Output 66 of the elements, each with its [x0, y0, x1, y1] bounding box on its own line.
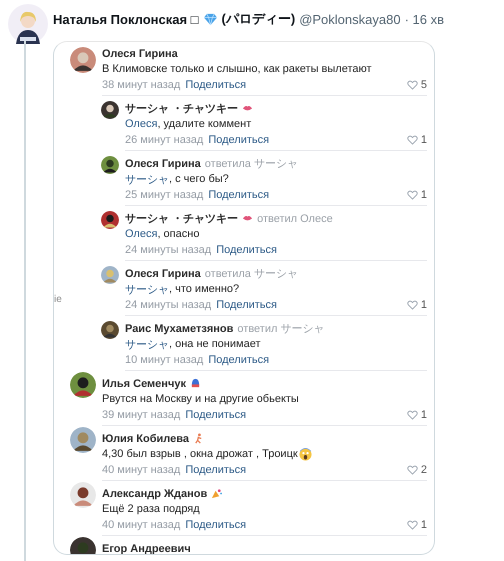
comment-text: Ещё 2 раза подряд	[102, 503, 200, 515]
reply-to-label: ответила サーシャ	[204, 267, 298, 281]
share-link[interactable]: Поделиться	[216, 244, 277, 256]
reply-to-label: ответила サーシャ	[204, 157, 298, 171]
parody-label: (パロディー)	[222, 10, 296, 28]
comment-text: В Климовске только и слышно, как ракеты вылетают	[102, 63, 372, 75]
like-count: 1	[420, 408, 427, 420]
comment-time: 24 минуты назад	[125, 298, 212, 310]
author-handle[interactable]: @Poklonskaya80	[299, 12, 401, 26]
cut-text: ie	[54, 294, 62, 305]
commenter-name[interactable]: Раис Мухаметзянов	[125, 322, 234, 334]
mention-link[interactable]: サーシャ	[125, 336, 169, 352]
reply-to-label: ответил サーシャ	[237, 322, 324, 336]
heart-icon[interactable]	[406, 80, 418, 90]
comment-text: , опасно	[157, 228, 200, 240]
comment-time: 10 минут назад	[125, 354, 204, 366]
comment-text: , удалите коммент	[157, 118, 252, 130]
share-link[interactable]: Поделиться	[185, 78, 246, 90]
comment-time: 38 минут назад	[102, 78, 180, 90]
heart-icon[interactable]	[406, 300, 418, 310]
tweet-time[interactable]: · 16 хв	[404, 12, 444, 26]
commenter-name[interactable]: Илья Семенчук	[102, 378, 186, 390]
comment-time: 25 минут назад	[125, 188, 204, 200]
like-count: 1	[420, 298, 427, 310]
share-link[interactable]: Поделиться	[216, 298, 277, 310]
comment-text: , что именно?	[169, 283, 240, 295]
commenter-name[interactable]: サーシャ ・チャツキー	[125, 211, 238, 226]
comment-text: , с чего бы?	[169, 173, 229, 185]
author-name[interactable]: Наталья Поклонская □	[53, 12, 199, 26]
share-link[interactable]: Поделиться	[185, 464, 246, 476]
mention-link[interactable]: サーシャ	[125, 172, 169, 186]
heart-icon[interactable]	[406, 190, 418, 200]
share-link[interactable]: Поделиться	[185, 408, 246, 420]
share-link[interactable]: Поделиться	[185, 518, 246, 530]
commenter-name[interactable]: Александр Жданов	[102, 488, 208, 500]
commenter-name[interactable]: サーシャ ・チャツキー	[125, 101, 238, 116]
commenter-name[interactable]: Олеся Гирина	[125, 268, 201, 280]
heart-icon[interactable]	[406, 464, 418, 474]
mention-link[interactable]: サーシャ	[125, 282, 169, 296]
like-count: 1	[420, 134, 427, 146]
like-count: 1	[420, 518, 427, 530]
commenter-name[interactable]: Олеся Гирина	[102, 48, 178, 60]
mention-link[interactable]: Олеся	[125, 228, 158, 240]
comment-time: 24 минуты назад	[125, 244, 212, 256]
comment-text: , она не понимает	[169, 338, 260, 350]
share-link[interactable]: Поделиться	[208, 354, 270, 366]
share-link[interactable]: Поделиться	[208, 134, 270, 146]
heart-icon[interactable]	[406, 134, 418, 144]
like-count: 2	[420, 464, 427, 476]
comment-time: 39 минут назад	[102, 408, 180, 420]
mention-link[interactable]: Олеся	[125, 118, 158, 130]
heart-icon[interactable]	[406, 410, 418, 420]
share-link[interactable]: Поделиться	[208, 188, 270, 200]
heart-icon[interactable]	[406, 520, 418, 530]
commenter-name[interactable]: Олеся Гирина	[125, 158, 201, 170]
like-count: 5	[420, 78, 427, 90]
reply-to-label: ответил Олесе	[257, 212, 333, 224]
comment-time: 40 минут назад	[102, 518, 180, 530]
commenter-name[interactable]: Егор Андреевич	[102, 542, 191, 554]
comment-time: 26 минут назад	[125, 134, 204, 146]
comment-time: 40 минут назад	[102, 464, 180, 476]
like-count: 1	[420, 188, 427, 200]
comment-text: 4,30 был взрыв , окна дрожат , Троицк	[102, 448, 298, 460]
comment-text: Рвутся на Москву и на другие обьекты	[102, 393, 299, 405]
diamond-icon	[202, 12, 218, 26]
commenter-name[interactable]: Юлия Кобилева	[102, 432, 189, 444]
